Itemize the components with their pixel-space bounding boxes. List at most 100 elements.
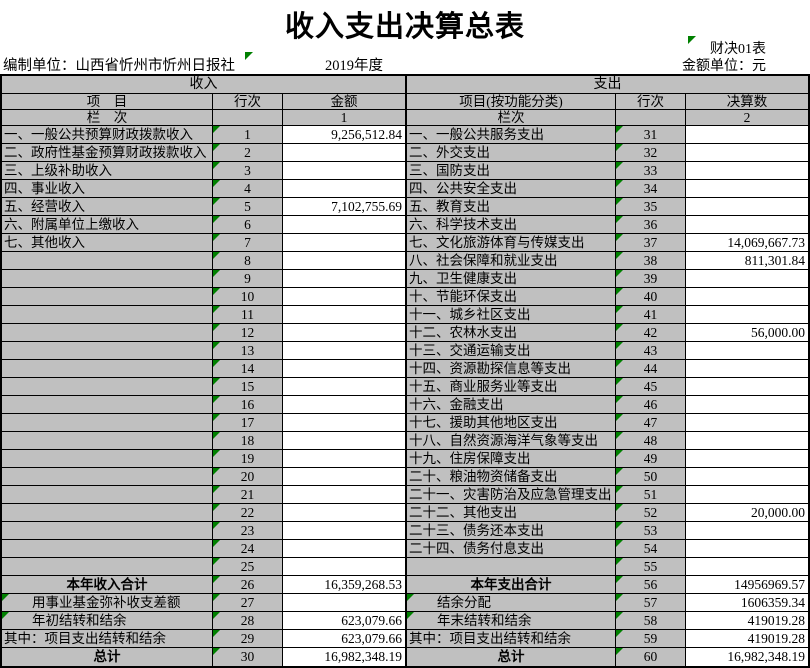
expense-item-cell[interactable]: 二十、粮油物资储备支出 xyxy=(407,468,616,486)
income-amount-cell[interactable] xyxy=(283,522,407,540)
expense-amount-cell[interactable] xyxy=(686,306,808,324)
income-line-cell[interactable]: 9 xyxy=(213,270,283,288)
expense-amount-cell[interactable] xyxy=(686,126,808,144)
expense-line-cell[interactable]: 51 xyxy=(616,486,686,504)
expense-item-cell[interactable]: 一、一般公共服务支出 xyxy=(407,126,616,144)
income-line-cell[interactable]: 11 xyxy=(213,306,283,324)
income-item-cell[interactable] xyxy=(2,450,213,468)
income-amount-cell[interactable] xyxy=(283,504,407,522)
expense-item-cell[interactable]: 四、公共安全支出 xyxy=(407,180,616,198)
expense-amount-cell[interactable] xyxy=(686,198,808,216)
expense-line-cell[interactable]: 35 xyxy=(616,198,686,216)
expense-amount-cell[interactable] xyxy=(686,558,808,576)
expense-amount-cell[interactable] xyxy=(686,468,808,486)
expense-line-cell[interactable]: 31 xyxy=(616,126,686,144)
expense-item-cell[interactable] xyxy=(407,558,616,576)
income-item-cell[interactable] xyxy=(2,324,213,342)
expense-amount-cell[interactable]: 16,982,348.19 xyxy=(686,648,808,666)
income-item-cell[interactable]: 其中：项目支出结转和结余 xyxy=(2,630,213,648)
expense-amount-cell[interactable] xyxy=(686,342,808,360)
income-amount-cell[interactable] xyxy=(283,540,407,558)
expense-line-cell[interactable]: 44 xyxy=(616,360,686,378)
income-amount-cell[interactable] xyxy=(283,306,407,324)
income-line-cell[interactable]: 7 xyxy=(213,234,283,252)
expense-item-cell[interactable]: 二十四、债务付息支出 xyxy=(407,540,616,558)
expense-line-cell[interactable]: 34 xyxy=(616,180,686,198)
expense-amount-cell[interactable] xyxy=(686,360,808,378)
expense-amount-cell[interactable]: 14,069,667.73 xyxy=(686,234,808,252)
expense-line-cell[interactable]: 49 xyxy=(616,450,686,468)
income-item-cell[interactable]: 七、其他收入 xyxy=(2,234,213,252)
expense-amount-cell[interactable] xyxy=(686,144,808,162)
income-amount-cell[interactable] xyxy=(283,144,407,162)
income-item-cell[interactable] xyxy=(2,432,213,450)
income-item-cell[interactable] xyxy=(2,414,213,432)
expense-line-cell[interactable]: 45 xyxy=(616,378,686,396)
expense-amount-cell[interactable]: 56,000.00 xyxy=(686,324,808,342)
income-line-cell[interactable]: 22 xyxy=(213,504,283,522)
expense-amount-cell[interactable] xyxy=(686,540,808,558)
income-amount-cell[interactable] xyxy=(283,396,407,414)
expense-line-cell[interactable]: 39 xyxy=(616,270,686,288)
income-item-cell[interactable] xyxy=(2,504,213,522)
income-line-cell[interactable]: 29 xyxy=(213,630,283,648)
expense-line-cell[interactable]: 43 xyxy=(616,342,686,360)
expense-line-cell[interactable]: 41 xyxy=(616,306,686,324)
expense-line-cell[interactable]: 47 xyxy=(616,414,686,432)
income-amount-cell[interactable] xyxy=(283,288,407,306)
income-line-cell[interactable]: 18 xyxy=(213,432,283,450)
income-item-cell[interactable] xyxy=(2,270,213,288)
income-amount-header[interactable]: 金额 xyxy=(283,94,407,110)
index-col-2[interactable]: 2 xyxy=(686,110,808,126)
income-line-cell[interactable]: 20 xyxy=(213,468,283,486)
income-amount-cell[interactable] xyxy=(283,342,407,360)
index-row-blank[interactable] xyxy=(213,110,283,126)
income-item-cell[interactable]: 四、事业收入 xyxy=(2,180,213,198)
income-amount-cell[interactable]: 16,359,268.53 xyxy=(283,576,407,594)
income-item-cell[interactable]: 三、上级补助收入 xyxy=(2,162,213,180)
expense-amount-cell[interactable] xyxy=(686,180,808,198)
expense-amount-cell[interactable] xyxy=(686,486,808,504)
expense-amount-cell[interactable] xyxy=(686,450,808,468)
income-line-cell[interactable]: 12 xyxy=(213,324,283,342)
income-line-cell[interactable]: 8 xyxy=(213,252,283,270)
expense-amount-cell[interactable]: 14956969.57 xyxy=(686,576,808,594)
income-line-cell[interactable]: 24 xyxy=(213,540,283,558)
expense-line-cell[interactable]: 56 xyxy=(616,576,686,594)
income-amount-cell[interactable] xyxy=(283,216,407,234)
income-item-cell[interactable]: 总计 xyxy=(2,648,213,666)
income-item-cell[interactable] xyxy=(2,378,213,396)
expense-item-cell[interactable]: 十一、城乡社区支出 xyxy=(407,306,616,324)
income-item-cell[interactable] xyxy=(2,522,213,540)
expense-item-cell[interactable]: 十二、农林水支出 xyxy=(407,324,616,342)
income-item-cell[interactable]: 六、附属单位上缴收入 xyxy=(2,216,213,234)
expense-line-cell[interactable]: 32 xyxy=(616,144,686,162)
income-item-cell[interactable]: 年初结转和结余 xyxy=(2,612,213,630)
expense-line-cell[interactable]: 40 xyxy=(616,288,686,306)
income-item-cell[interactable] xyxy=(2,342,213,360)
income-item-cell[interactable] xyxy=(2,486,213,504)
income-amount-cell[interactable] xyxy=(283,360,407,378)
expense-amount-cell[interactable] xyxy=(686,414,808,432)
expense-item-cell[interactable]: 十七、援助其他地区支出 xyxy=(407,414,616,432)
income-amount-cell[interactable]: 7,102,755.69 xyxy=(283,198,407,216)
expense-item-cell[interactable]: 十五、商业服务业等支出 xyxy=(407,378,616,396)
expense-amount-cell[interactable] xyxy=(686,288,808,306)
income-item-cell[interactable] xyxy=(2,558,213,576)
income-line-cell[interactable]: 26 xyxy=(213,576,283,594)
income-line-cell[interactable]: 21 xyxy=(213,486,283,504)
income-item-cell[interactable] xyxy=(2,360,213,378)
expense-amount-cell[interactable] xyxy=(686,216,808,234)
income-amount-cell[interactable] xyxy=(283,558,407,576)
income-item-cell[interactable]: 二、政府性基金预算财政拨款收入 xyxy=(2,144,213,162)
expense-line-cell[interactable]: 48 xyxy=(616,432,686,450)
expense-amount-cell[interactable] xyxy=(686,432,808,450)
income-item-header[interactable]: 项 目 xyxy=(2,94,213,110)
income-amount-cell[interactable]: 623,079.66 xyxy=(283,612,407,630)
income-line-cell[interactable]: 28 xyxy=(213,612,283,630)
income-amount-cell[interactable] xyxy=(283,468,407,486)
expense-item-cell[interactable]: 十四、资源勘探信息等支出 xyxy=(407,360,616,378)
income-amount-cell[interactable] xyxy=(283,378,407,396)
income-amount-cell[interactable] xyxy=(283,252,407,270)
expense-item-header[interactable]: 项目(按功能分类) xyxy=(407,94,616,110)
